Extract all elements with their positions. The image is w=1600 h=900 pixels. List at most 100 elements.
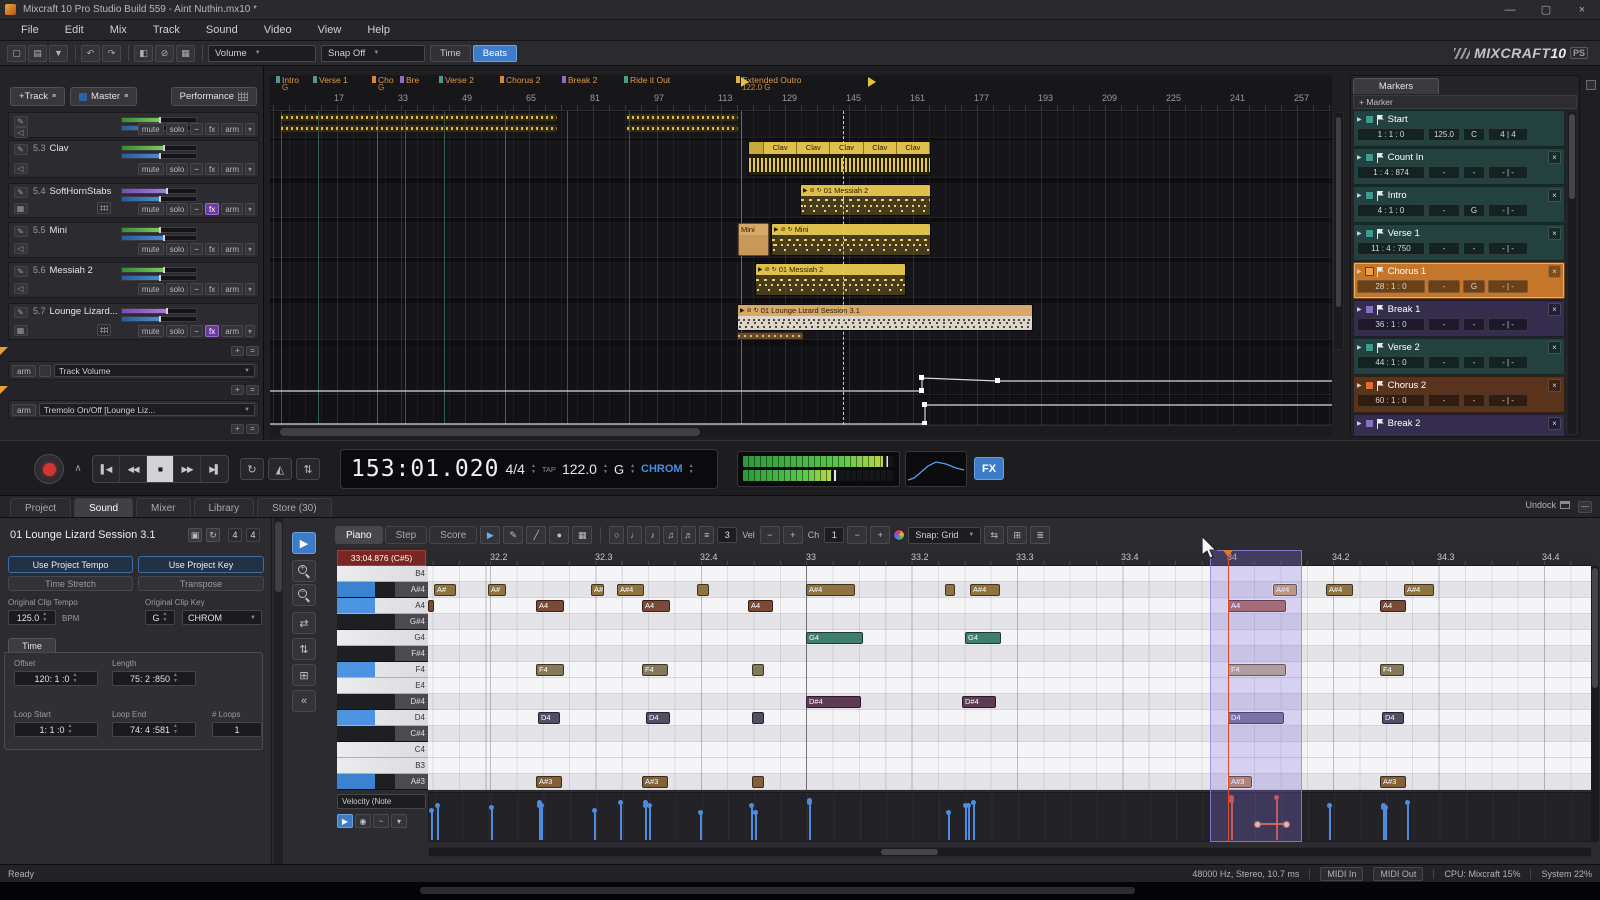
marker-position-field[interactable]: 11 : 4 : 750 bbox=[1357, 242, 1425, 255]
arm-button[interactable]: arm bbox=[221, 325, 243, 337]
marker-color-swatch[interactable] bbox=[1365, 229, 1374, 238]
clip-props-scrollbar[interactable] bbox=[274, 518, 283, 864]
marker-expand-chevron[interactable]: ▶ bbox=[1357, 344, 1362, 351]
piano-roll-grid[interactable]: A#A#A#A#4A#4A#4A#4A#4A#4A4A4A4A4A4G4G4F4… bbox=[428, 566, 1592, 790]
clip-clav[interactable]: ClavClavClavClavClav bbox=[748, 141, 931, 176]
metronome-button[interactable]: ◭ bbox=[268, 458, 292, 480]
arrange-vertical-scrollbar[interactable] bbox=[1333, 112, 1344, 350]
menu-edit[interactable]: Edit bbox=[52, 24, 97, 36]
marker-color-swatch[interactable] bbox=[1365, 343, 1374, 352]
stop-button[interactable]: ■ bbox=[147, 456, 174, 482]
marker-row-start[interactable]: ▶Start1 : 1 : 0125.0C4 | 4 bbox=[1353, 110, 1565, 147]
arrange-playhead[interactable] bbox=[843, 111, 844, 425]
marker-timesig-field[interactable]: - | - bbox=[1488, 318, 1528, 331]
markers-scrollbar[interactable] bbox=[1568, 112, 1576, 434]
marker-expand-chevron[interactable]: ▶ bbox=[1357, 230, 1362, 237]
pencil-icon[interactable]: ✎ bbox=[14, 144, 28, 155]
clip-mute-icon[interactable]: ⊘ bbox=[747, 307, 752, 314]
clip-wavethin[interactable] bbox=[280, 113, 557, 136]
piano-key-b4[interactable]: B4 bbox=[337, 566, 428, 582]
automation-wave-icon[interactable]: ~ bbox=[190, 163, 203, 175]
velocity-options-chevron[interactable]: ▾ bbox=[391, 814, 407, 828]
clip-loop-icon[interactable]: ↻ bbox=[817, 187, 822, 194]
scrollbar-thumb[interactable] bbox=[280, 428, 700, 436]
transpose-button[interactable]: Transpose bbox=[138, 576, 264, 591]
menu-track[interactable]: Track bbox=[140, 24, 193, 36]
track-options-chevron[interactable]: ▾ bbox=[245, 325, 255, 337]
midi-note-f4[interactable]: F4 bbox=[642, 664, 668, 676]
velocity-draw-icon[interactable]: ◉ bbox=[355, 814, 371, 828]
loop-mode-button[interactable]: ↻ bbox=[240, 458, 264, 480]
loop-marker-triangle[interactable] bbox=[868, 77, 876, 87]
marker-key-field[interactable]: - bbox=[1463, 166, 1485, 179]
go-to-end-button[interactable]: ▶▌ bbox=[201, 456, 228, 482]
selection-region[interactable] bbox=[1210, 550, 1302, 842]
arm-button[interactable]: arm bbox=[221, 163, 243, 175]
solo-button[interactable]: solo bbox=[166, 325, 189, 337]
marker-key-field[interactable]: G bbox=[1463, 280, 1485, 293]
marker-delete-button[interactable]: × bbox=[1548, 379, 1561, 392]
piano-key-b3[interactable]: B3 bbox=[337, 758, 428, 774]
piano-key-a-4[interactable]: A#4 bbox=[337, 582, 428, 598]
midi-note-a-4[interactable]: A#4 bbox=[1404, 584, 1434, 596]
velocity-stem[interactable] bbox=[437, 807, 439, 841]
scrub-tool-icon[interactable]: ⇆ bbox=[984, 526, 1004, 544]
automation-mode-dropdown[interactable]: Volume ▼ bbox=[208, 45, 316, 62]
add-marker-button[interactable]: + Marker bbox=[1353, 95, 1577, 109]
marker-timesig-field[interactable]: - | - bbox=[1488, 204, 1528, 217]
volume-slider[interactable] bbox=[121, 188, 197, 194]
piano-key-c-4[interactable]: C#4 bbox=[337, 726, 428, 742]
timeline-marker-flag[interactable] bbox=[276, 76, 280, 83]
mute-button[interactable]: mute bbox=[138, 283, 164, 295]
piano-key-f-4[interactable]: F#4 bbox=[337, 646, 428, 662]
clip-loop-icon[interactable]: ↻ bbox=[772, 266, 777, 273]
orig-scale-dropdown[interactable]: CHROM▼ bbox=[182, 610, 262, 625]
piano-roll-tab-score[interactable]: Score bbox=[429, 526, 477, 544]
midi-note-a-4[interactable]: A# bbox=[591, 584, 604, 596]
midi-note-d4[interactable]: D4 bbox=[538, 712, 560, 724]
loop-start-field[interactable]: 1: 1 :0▲▼ bbox=[14, 722, 98, 737]
menu-file[interactable]: File bbox=[8, 24, 52, 36]
marker-color-swatch[interactable] bbox=[1365, 305, 1374, 314]
midi-note-a-4[interactable]: A# bbox=[434, 584, 456, 596]
midi-note-a-4[interactable] bbox=[697, 584, 709, 596]
markers-panel-tab[interactable]: Markers bbox=[1353, 78, 1439, 94]
eighth-note-icon[interactable]: ♪ bbox=[645, 526, 660, 544]
velocity-stem[interactable] bbox=[755, 814, 757, 840]
midi-note-d4[interactable]: D4 bbox=[646, 712, 670, 724]
orig-key-field[interactable]: G▲▼ bbox=[145, 610, 175, 625]
zoom-out-icon[interactable]: − bbox=[292, 584, 316, 606]
length-field[interactable]: 75: 2 :850▲▼ bbox=[112, 671, 196, 686]
clip-timesig-numerator[interactable]: 4 bbox=[228, 528, 242, 542]
pencil-icon[interactable]: ✎ bbox=[14, 226, 28, 237]
marker-tempo-field[interactable]: - bbox=[1428, 318, 1460, 331]
midi-note-a-3[interactable] bbox=[752, 776, 764, 788]
time-stretch-button[interactable]: Time Stretch bbox=[8, 576, 133, 591]
velocity-play-icon[interactable]: ▶ bbox=[337, 814, 353, 828]
marker-key-field[interactable]: - bbox=[1463, 356, 1485, 369]
num-loops-field[interactable]: 1 bbox=[212, 722, 262, 737]
pan-slider[interactable] bbox=[121, 316, 197, 322]
automation-param-dropdown[interactable]: Tremolo On/Off [Lounge Liz...▼ bbox=[39, 403, 255, 416]
marker-timesig-field[interactable]: 4 | 4 bbox=[1488, 128, 1528, 141]
clip-mini[interactable]: Mini bbox=[738, 223, 769, 256]
tap-tempo-button[interactable]: TAP bbox=[542, 465, 556, 474]
marker-color-swatch[interactable] bbox=[1365, 267, 1374, 276]
velocity-stem[interactable] bbox=[1329, 807, 1331, 841]
pan-slider[interactable] bbox=[121, 235, 197, 241]
marker-row-chorus-1[interactable]: ▶Chorus 1×28 : 1 : 0-G- | - bbox=[1353, 262, 1565, 299]
velocity-minus-button[interactable]: − bbox=[760, 526, 780, 544]
marker-tempo-field[interactable]: - bbox=[1428, 204, 1460, 217]
midi-note-a-4[interactable] bbox=[945, 584, 955, 596]
maximize-button[interactable]: ▢ bbox=[1528, 0, 1564, 19]
play-sound-button[interactable]: ▶ bbox=[292, 532, 316, 554]
scale-spinner[interactable]: ▲▼ bbox=[689, 464, 694, 475]
open-project-icon[interactable]: ▤ bbox=[28, 45, 47, 62]
timeline-marker-flag[interactable] bbox=[400, 76, 404, 83]
marker-color-swatch[interactable] bbox=[1365, 381, 1374, 390]
time-sig-spinner[interactable]: ▲▼ bbox=[531, 464, 536, 475]
collapse-panel-icon[interactable]: « bbox=[292, 690, 316, 712]
volume-slider[interactable] bbox=[121, 227, 197, 233]
step-grid-icon[interactable] bbox=[97, 202, 111, 214]
clip-01-messiah-2[interactable]: ▶⊘↻01 Messiah 2 bbox=[755, 263, 906, 296]
